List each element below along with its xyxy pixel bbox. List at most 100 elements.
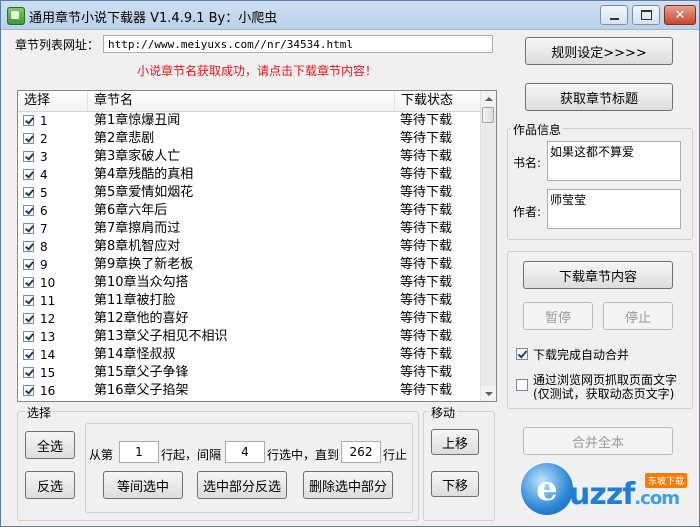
row-number: 15 (40, 366, 56, 380)
row-number: 5 (40, 186, 48, 200)
main-window: 通用章节小说下载器 V1.4.9.1 By：小爬虫 ✕ 章节列表网址： http… (0, 0, 700, 527)
row-checkbox[interactable] (23, 259, 34, 270)
scroll-down-button[interactable] (481, 386, 496, 401)
author-label: 作者: (513, 205, 542, 219)
select-all-button[interactable]: 全选 (25, 431, 75, 459)
row-checkbox[interactable] (23, 223, 34, 234)
status-message: 小说章节名获取成功，请点击下载章节内容！ (137, 64, 378, 78)
move-group-title: 移动 (429, 404, 458, 421)
table-row[interactable]: 8 第8章机智应对 等待下载 (18, 238, 481, 256)
author-field[interactable]: 师莹莹 (547, 189, 681, 229)
row-checkbox[interactable] (23, 151, 34, 162)
row-checkbox[interactable] (23, 313, 34, 324)
table-row[interactable]: 5 第5章爱情如烟花 等待下载 (18, 184, 481, 202)
row-chapter-name: 第2章悲剧 (94, 131, 155, 146)
table-row[interactable]: 13 第13章父子相见不相识 等待下载 (18, 328, 481, 346)
scroll-up-icon (484, 96, 493, 101)
step-input[interactable]: 4 (225, 441, 265, 463)
watermark-domain: .com (634, 488, 680, 509)
close-button[interactable]: ✕ (664, 5, 696, 25)
author-value: 师莹莹 (550, 193, 587, 207)
row-checkbox[interactable] (23, 241, 34, 252)
browser-fetch-label: 通过浏览网页抓取页面文字 (仅测试，获取动态页文字) (533, 373, 677, 401)
header-chapter-name[interactable]: 章节名 (88, 91, 395, 111)
row-checkbox[interactable] (23, 367, 34, 378)
row-checkbox[interactable] (23, 133, 34, 144)
pause-button[interactable]: 暂停 (523, 302, 593, 330)
table-row[interactable]: 4 第4章残酷的真相 等待下载 (18, 166, 481, 184)
row-number: 14 (40, 348, 56, 362)
browser-fetch-label-line2: (仅测试，获取动态页文字) (533, 387, 675, 401)
row-checkbox[interactable] (23, 277, 34, 288)
move-up-button[interactable]: 上移 (431, 429, 479, 455)
row-download-state: 等待下载 (400, 149, 453, 164)
row-download-state: 等待下载 (400, 311, 453, 326)
table-row[interactable]: 7 第7章擦肩而过 等待下载 (18, 220, 481, 238)
invert-in-selection-button[interactable]: 选中部分反选 (197, 471, 287, 499)
list-header: 选择 章节名 下载状态 (18, 91, 481, 112)
book-title-label: 书名: (513, 156, 542, 170)
row-number: 6 (40, 204, 48, 218)
table-row[interactable]: 2 第2章悲剧 等待下载 (18, 130, 481, 148)
auto-merge-label: 下载完成自动合并 (533, 348, 630, 362)
header-select[interactable]: 选择 (18, 91, 88, 111)
scroll-up-button[interactable] (481, 91, 496, 106)
row-download-state: 等待下载 (400, 347, 453, 362)
row-chapter-name: 第5章爱情如烟花 (94, 185, 194, 200)
until-input[interactable]: 262 (341, 441, 381, 463)
row-chapter-name: 第1章惊爆丑闻 (94, 113, 181, 128)
from-input[interactable]: 1 (119, 441, 159, 463)
list-scrollbar[interactable] (480, 91, 496, 401)
scroll-thumb[interactable] (482, 107, 494, 123)
row-download-state: 等待下载 (400, 239, 453, 254)
table-row[interactable]: 16 第16章父子掐架 等待下载 (18, 382, 481, 400)
table-row[interactable]: 10 第10章当众勾搭 等待下载 (18, 274, 481, 292)
url-label: 章节列表网址： (15, 38, 100, 52)
table-row[interactable]: 1 第1章惊爆丑闻 等待下载 (18, 112, 481, 130)
url-input[interactable]: http://www.meiyuxs.com//nr/34534.html (103, 35, 493, 53)
watermark-globe-icon: e (521, 463, 573, 515)
move-down-button[interactable]: 下移 (431, 471, 479, 497)
title-bar[interactable]: 通用章节小说下载器 V1.4.9.1 By：小爬虫 ✕ (1, 1, 699, 30)
table-row[interactable]: 6 第6章六年后 等待下载 (18, 202, 481, 220)
table-row[interactable]: 3 第3章家破人亡 等待下载 (18, 148, 481, 166)
book-title-field[interactable]: 如果这都不算爱 (547, 141, 681, 181)
row-number: 10 (40, 276, 56, 290)
download-chapters-button[interactable]: 下载章节内容 (523, 261, 673, 289)
row-chapter-name: 第8章机智应对 (94, 239, 181, 254)
row-chapter-name: 第16章父子掐架 (94, 383, 189, 398)
minimize-button[interactable] (600, 5, 628, 25)
fetch-titles-button[interactable]: 获取章节标题 (525, 83, 673, 111)
table-row[interactable]: 11 第11章被打脸 等待下载 (18, 292, 481, 310)
row-chapter-name: 第10章当众勾搭 (94, 275, 189, 290)
delete-selected-button[interactable]: 删除选中部分 (303, 471, 393, 499)
row-number: 4 (40, 168, 48, 182)
row-checkbox[interactable] (23, 331, 34, 342)
table-row[interactable]: 12 第12章他的喜好 等待下载 (18, 310, 481, 328)
browser-fetch-checkbox[interactable] (516, 379, 528, 391)
row-checkbox[interactable] (23, 187, 34, 198)
row-checkbox[interactable] (23, 115, 34, 126)
merge-all-button[interactable]: 合并全本 (523, 427, 673, 455)
row-checkbox[interactable] (23, 295, 34, 306)
window-title: 通用章节小说下载器 V1.4.9.1 By：小爬虫 (29, 11, 278, 26)
list-rows: 1 第1章惊爆丑闻 等待下载 2 第2章悲剧 等待下载 3 第3章家破人亡 等待下载 4 第4章残酷… (18, 112, 481, 400)
row-checkbox[interactable] (23, 385, 34, 396)
invert-selection-button[interactable]: 反选 (25, 471, 75, 499)
row-number: 16 (40, 384, 56, 398)
table-row[interactable]: 15 第15章父子争锋 等待下载 (18, 364, 481, 382)
row-checkbox[interactable] (23, 349, 34, 360)
table-row[interactable]: 14 第14章怪叔叔 等待下载 (18, 346, 481, 364)
header-download-state[interactable]: 下载状态 (395, 91, 481, 111)
row-number: 2 (40, 132, 48, 146)
maximize-button[interactable] (632, 5, 660, 25)
interval-select-button[interactable]: 等间选中 (103, 471, 183, 499)
rules-settings-button[interactable]: 规则设定>>>> (525, 37, 673, 65)
chapter-list[interactable]: 选择 章节名 下载状态 1 第1章惊爆丑闻 等待下载 2 第2章悲剧 等待下载 3 第3章家破… (17, 90, 497, 402)
auto-merge-checkbox[interactable] (516, 348, 528, 360)
step-label: 行起，间隔 (161, 448, 222, 462)
row-checkbox[interactable] (23, 169, 34, 180)
stop-button[interactable]: 停止 (603, 302, 673, 330)
table-row[interactable]: 9 第9章换了新老板 等待下载 (18, 256, 481, 274)
row-checkbox[interactable] (23, 205, 34, 216)
